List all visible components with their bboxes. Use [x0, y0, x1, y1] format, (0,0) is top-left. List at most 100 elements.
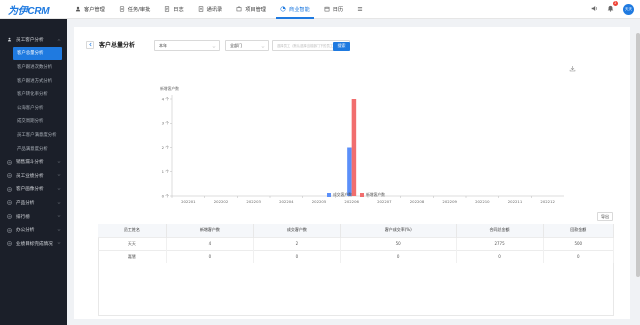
- table-row[interactable]: 嘉慧 0 0 0 0 0: [98, 249, 615, 263]
- sidebar-group-0[interactable]: 员工客户分析: [0, 33, 67, 47]
- back-button[interactable]: [86, 40, 94, 49]
- x-tick-label: 202208: [410, 199, 425, 204]
- sidebar-group-2[interactable]: 员工业绩分析: [0, 169, 67, 183]
- nav-item-tab-6[interactable]: 日历: [317, 0, 350, 19]
- legend-item-1[interactable]: 新增客户数: [359, 192, 385, 198]
- sidebar-item-0-4[interactable]: 公海客户分析: [0, 101, 67, 115]
- nav-item-tab-5[interactable]: 商业智能: [273, 0, 317, 19]
- legend-item-0[interactable]: 成交客户数: [327, 192, 352, 198]
- table-cell: 2775: [456, 236, 544, 250]
- sidebar-group-label: 员工客户分析: [16, 37, 44, 43]
- x-tick-label: 202203: [246, 199, 261, 204]
- column-header[interactable]: 员工姓名: [98, 224, 167, 237]
- sidebar-item-0-7[interactable]: 产品满意度分析: [0, 142, 67, 156]
- nav-item-tab-0[interactable]: 客户管理: [68, 0, 112, 19]
- office-icon: [7, 228, 12, 233]
- legend-label: 新增客户数: [365, 192, 385, 197]
- calendar-icon: [324, 6, 330, 12]
- top-right-tools: 2 天天: [591, 0, 634, 19]
- nav-item-tab-2[interactable]: 日志: [157, 0, 190, 19]
- sidebar-group-6[interactable]: 办公分析: [0, 223, 67, 237]
- app-logo[interactable]: 为伊CRM: [0, 2, 68, 17]
- sidebar-group-5[interactable]: 排行榜: [0, 210, 67, 224]
- chevron-down-icon: [57, 188, 61, 190]
- user-icon: [75, 6, 81, 12]
- column-header[interactable]: 客户成交率(%): [340, 224, 457, 237]
- x-tick-label: 202204: [279, 199, 294, 204]
- sidebar-group-label: 办公分析: [16, 228, 35, 234]
- sidebar-group-1[interactable]: 销售漏斗分析: [0, 155, 67, 169]
- chevron-down-icon: [57, 161, 61, 163]
- sidebar-group-label: 员工业绩分析: [16, 173, 44, 179]
- customer-chart: 新增客户数 0 个 1 个 2 个 3 个 4 个 202201 202202 202203 20…: [160, 86, 564, 204]
- nav-item-label: 商业智能: [289, 6, 310, 13]
- x-tick-label: 202212: [540, 199, 555, 204]
- x-tick-label: 202205: [312, 199, 327, 204]
- department-select-value: 全部门: [230, 42, 242, 48]
- speaker-icon[interactable]: [591, 5, 598, 14]
- grid-icon: [358, 7, 363, 11]
- user-avatar[interactable]: 天天: [623, 4, 634, 15]
- portrait-icon: [7, 187, 12, 192]
- export-button[interactable]: 导出: [597, 212, 613, 221]
- sidebar: 员工客户分析客户总量分析 客户跟进次数分析 客户跟进方式分析 客户转化率分析 公海客户分…: [0, 19, 67, 325]
- contacts-icon: [198, 6, 203, 12]
- nav-item-label: 任务/审批: [127, 6, 151, 13]
- nav-item-label: 客户管理: [84, 6, 105, 13]
- y-axis-label: 新增客户数: [160, 86, 179, 91]
- column-header[interactable]: 成交客户数: [253, 224, 341, 237]
- x-tick-label: 202201: [181, 199, 196, 204]
- legend-swatch: [359, 193, 364, 197]
- bar-新增客户数-202206: [351, 99, 357, 196]
- table-cell: 嘉慧: [98, 249, 167, 263]
- notification-bell[interactable]: 2: [607, 1, 618, 14]
- table-cell: 2: [253, 236, 341, 250]
- table-cell: 0: [456, 249, 544, 263]
- sidebar-group-4[interactable]: 产品分析: [0, 196, 67, 210]
- nav-item-label: 日历: [332, 6, 344, 13]
- table-cell: 0: [543, 249, 615, 263]
- chevron-down-icon: [57, 201, 61, 204]
- top-nav: 客户管理 任务/审批 日志 通讯录 项目管理 商业智能 日历: [68, 0, 370, 19]
- sidebar-item-0-5[interactable]: 成交周期分析: [0, 115, 67, 129]
- search-button[interactable]: 搜索: [333, 41, 350, 51]
- chart-icon: [7, 173, 12, 178]
- nav-item-label: 日志: [173, 6, 184, 13]
- chevron-down-icon: [57, 215, 61, 218]
- column-header[interactable]: 新增客户数: [166, 224, 254, 237]
- top-bar: 为伊CRM 客户管理 任务/审批 日志 通讯录 项目管理 商业智能 日历 2 天天: [0, 0, 640, 19]
- notification-badge: 2: [612, 1, 618, 6]
- sidebar-item-0-2[interactable]: 客户跟进方式分析: [0, 74, 67, 88]
- sidebar-item-0-1[interactable]: 客户跟进次数分析: [0, 60, 67, 74]
- page-header: 客户总量分析: [86, 40, 135, 49]
- period-select[interactable]: 本年: [154, 40, 220, 51]
- scrollbar[interactable]: [636, 33, 640, 277]
- y-tick-label: 3 个: [162, 121, 170, 126]
- period-select-value: 本年: [159, 42, 167, 48]
- nav-item-tab-3[interactable]: 通讯录: [191, 0, 230, 19]
- funnel-icon: [7, 160, 12, 165]
- sidebar-item-0-0[interactable]: 客户总量分析: [13, 46, 62, 61]
- arrow-left-icon: [88, 42, 91, 47]
- sidebar-group-7[interactable]: 业绩目标完成情况: [0, 237, 67, 251]
- bell-icon: [607, 5, 614, 12]
- bi-icon: [280, 6, 286, 12]
- table-row[interactable]: 天天 4 2 50 2775 500: [98, 236, 615, 250]
- sidebar-group-label: 排行榜: [16, 214, 30, 220]
- sidebar-item-0-3[interactable]: 客户转化率分析: [0, 87, 67, 101]
- report-card: 客户总量分析 本年 全部门 选择员工（默认选择当前部门下的员工） 搜索 新增客户…: [74, 27, 630, 319]
- nav-item-tab-1[interactable]: 任务/审批: [112, 0, 158, 19]
- y-tick-label: 4 个: [162, 96, 170, 101]
- sidebar-item-0-6[interactable]: 员工客户满意度分析: [0, 128, 67, 142]
- person-icon: [7, 38, 12, 42]
- department-select[interactable]: 全部门: [225, 40, 269, 51]
- sidebar-group-label: 产品分析: [16, 200, 35, 206]
- log-icon: [165, 6, 170, 12]
- nav-item-menu[interactable]: [350, 0, 370, 19]
- nav-item-tab-4[interactable]: 项目管理: [229, 0, 273, 19]
- column-header[interactable]: 回款金额: [543, 224, 615, 237]
- column-header[interactable]: 合同总金额: [456, 224, 544, 237]
- table-header-row: 员工姓名 新增客户数 成交客户数 客户成交率(%) 合同总金额 回款金额: [98, 224, 615, 237]
- sidebar-group-3[interactable]: 客户画像分析: [0, 183, 67, 197]
